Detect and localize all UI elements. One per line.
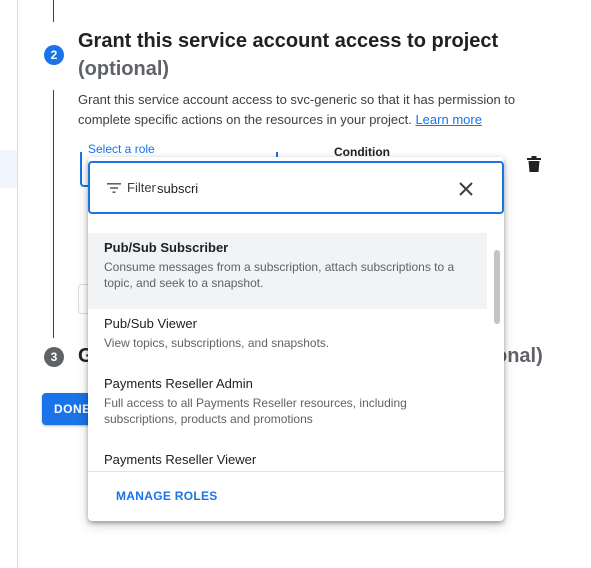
filter-field[interactable]: Filter [88,161,504,214]
step-2-optional: (optional) [78,58,170,80]
close-icon[interactable] [459,182,473,196]
done-button[interactable]: DONE [42,393,94,425]
role-option-pubsub-viewer[interactable]: Pub/Sub Viewer View topics, subscription… [88,309,487,369]
role-option-title: Pub/Sub Viewer [104,316,197,331]
role-select-label: Select a role [85,142,158,156]
trash-icon[interactable] [527,156,541,172]
manage-roles-button[interactable]: MANAGE ROLES [116,489,218,503]
role-option-list: Pub/Sub Subscriber Consume messages from… [88,233,504,473]
filter-label: Filter [127,180,156,195]
learn-more-link[interactable]: Learn more [415,112,481,127]
step-2-title: Grant this service account access to pro… [78,30,499,52]
step-connector-line [53,90,54,338]
step-connector-line [53,0,54,22]
role-option-pubsub-subscriber[interactable]: Pub/Sub Subscriber Consume messages from… [88,233,487,309]
role-option-title: Payments Reseller Viewer [104,452,257,467]
role-dropdown: Filter Pub/Sub Subscriber Consume messag… [88,157,504,521]
step-2-badge: 2 [44,45,64,65]
dropdown-footer-divider [88,471,504,472]
step-3-badge: 3 [44,347,64,367]
role-option-title: Pub/Sub Subscriber [104,240,229,255]
scrollbar-thumb[interactable] [494,250,500,324]
left-panel-divider [17,0,18,568]
role-option-description: Full access to all Payments Reseller res… [104,396,407,426]
role-option-description: Consume messages from a subscription, at… [104,260,455,290]
left-panel-highlight [0,150,17,188]
role-option-payments-reseller-admin[interactable]: Payments Reseller Admin Full access to a… [88,369,487,445]
filter-input[interactable] [157,177,357,199]
role-option-title: Payments Reseller Admin [104,376,253,391]
step-2-description: Grant this service account access to svc… [78,90,538,130]
filter-icon [107,183,121,193]
role-option-description: View topics, subscriptions, and snapshot… [104,336,330,350]
role-option-payments-reseller-viewer[interactable]: Payments Reseller Viewer [88,445,487,473]
